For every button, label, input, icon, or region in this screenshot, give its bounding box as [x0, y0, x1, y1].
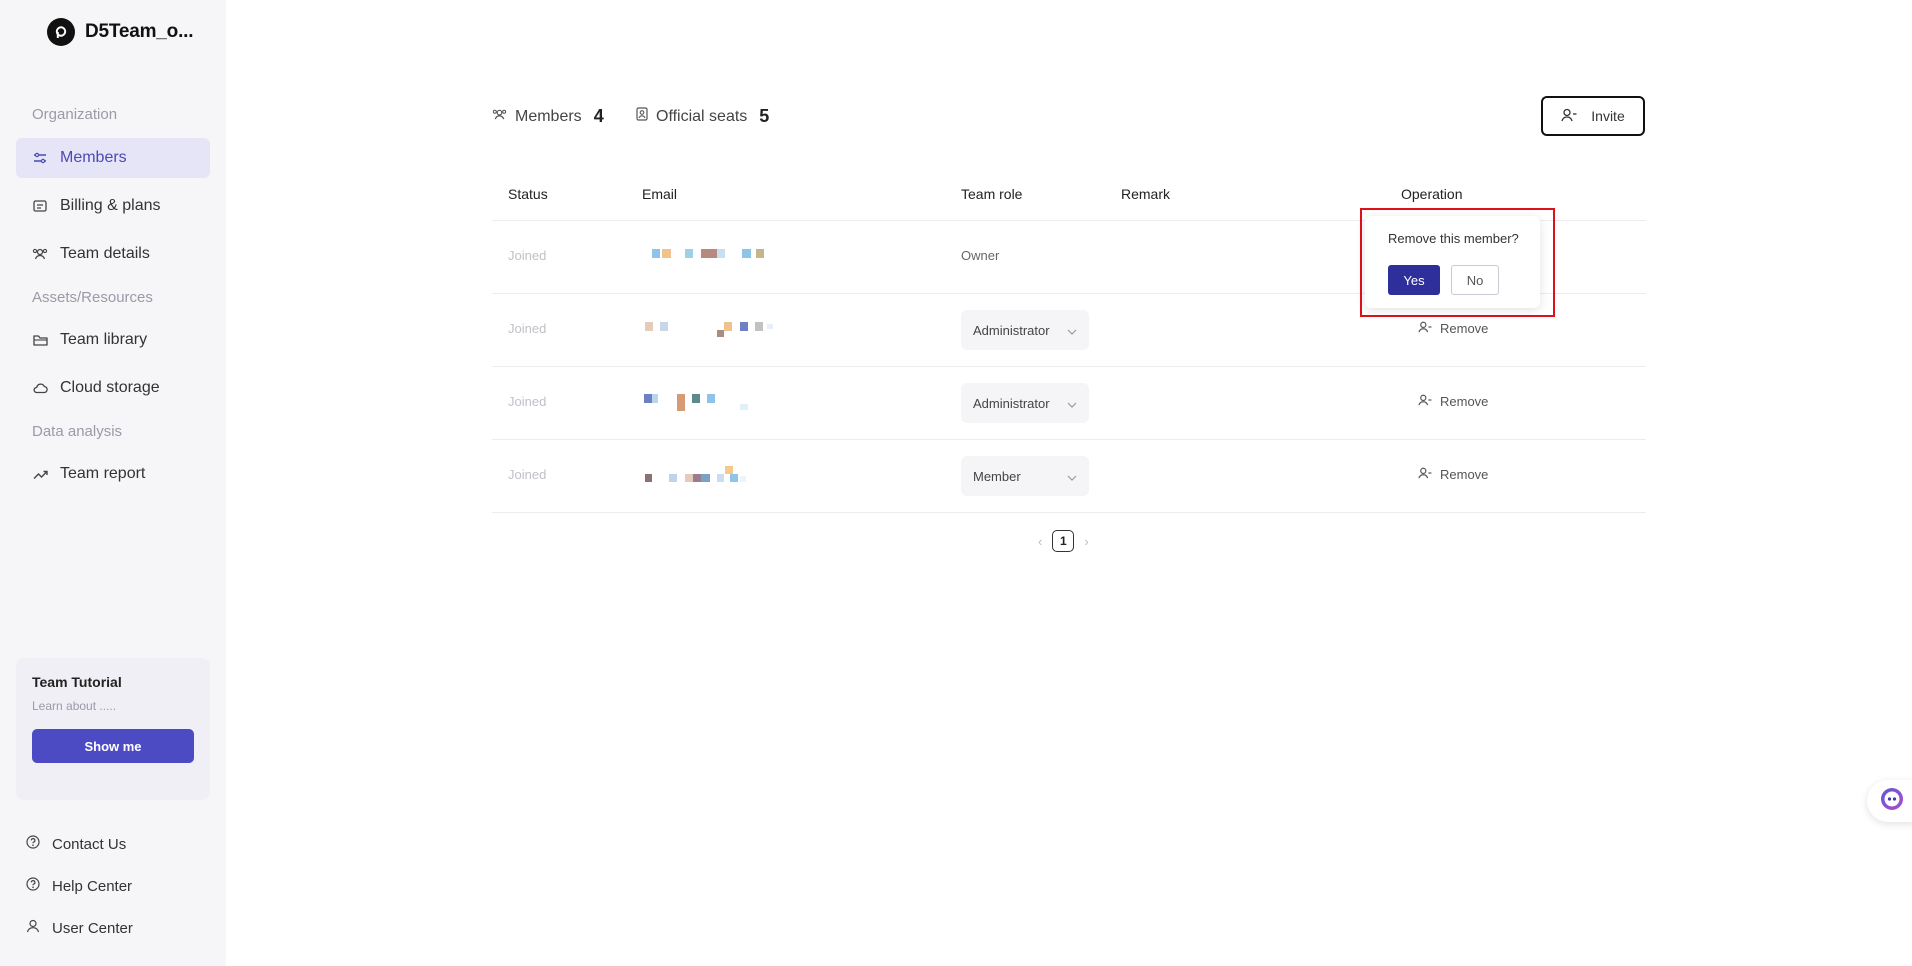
add-user-icon — [1561, 108, 1577, 125]
sidebar-item-label: Billing & plans — [60, 197, 161, 214]
assistant-icon — [1879, 786, 1905, 817]
cloud-icon — [32, 380, 48, 396]
invite-button[interactable]: Invite — [1541, 96, 1645, 136]
user-center-link[interactable]: User Center — [26, 919, 133, 937]
sliders-icon — [32, 150, 48, 166]
remove-label: Remove — [1440, 467, 1489, 482]
user-center-label: User Center — [52, 919, 133, 937]
tutorial-title: Team Tutorial — [32, 674, 122, 690]
section-assets: Assets/Resources — [32, 289, 153, 306]
chevron-down-icon — [1067, 469, 1077, 484]
remove-member-popconfirm: Remove this member? Yes No — [1365, 216, 1540, 308]
team-role-value: Administrator — [973, 395, 1050, 411]
members-stat: Members 4 — [492, 106, 604, 127]
chevron-down-icon — [1067, 323, 1077, 338]
contact-us-link[interactable]: Contact Us — [26, 835, 126, 853]
divider — [492, 439, 1646, 440]
chevron-right-icon[interactable]: › — [1084, 534, 1088, 549]
billing-icon — [32, 198, 48, 214]
sidebar-item-label: Team details — [60, 245, 150, 262]
chevron-down-icon — [1067, 396, 1077, 411]
email-redacted — [643, 465, 783, 485]
column-header-email: Email — [642, 186, 678, 202]
tutorial-subtitle: Learn about ..... — [32, 699, 117, 713]
remove-user-icon — [1418, 467, 1432, 482]
seats-stat: Official seats 5 — [636, 106, 769, 127]
question-circle-icon — [26, 835, 40, 853]
remove-label: Remove — [1440, 394, 1489, 409]
seats-count: 5 — [759, 106, 770, 126]
team-role-select[interactable]: Member — [961, 456, 1089, 496]
sidebar-item-team-report[interactable]: Team report — [16, 454, 210, 494]
sidebar-item-members[interactable]: Members — [16, 138, 210, 178]
sidebar-item-label: Team library — [60, 331, 148, 348]
sidebar-item-label: Team report — [60, 465, 146, 482]
sidebar-item-team-library[interactable]: Team library — [16, 320, 210, 360]
pagination: ‹ 1 › — [1038, 530, 1089, 552]
team-role-owner: Owner — [961, 248, 1000, 263]
sidebar-item-label: Cloud storage — [60, 379, 160, 396]
user-icon — [26, 919, 40, 937]
sidebar-item-cloud-storage[interactable]: Cloud storage — [16, 368, 210, 408]
team-name: D5Team_o... — [85, 21, 194, 42]
team-role-value: Member — [973, 468, 1021, 484]
team-role-select[interactable]: Administrator — [961, 310, 1089, 350]
column-header-operation: Operation — [1401, 186, 1463, 202]
question-circle-icon — [26, 877, 40, 895]
status-cell: Joined — [508, 321, 547, 336]
confirm-yes-button[interactable]: Yes — [1388, 265, 1440, 295]
members-count: 4 — [593, 106, 604, 126]
chevron-left-icon[interactable]: ‹ — [1038, 534, 1042, 549]
status-cell: Joined — [508, 467, 547, 482]
seat-icon — [636, 107, 648, 126]
show-me-button[interactable]: Show me — [32, 729, 194, 763]
email-redacted — [643, 392, 783, 412]
team-role-value: Administrator — [973, 322, 1050, 338]
remove-member-button[interactable]: Remove — [1418, 467, 1488, 482]
remove-user-icon — [1418, 321, 1432, 336]
section-data-analysis: Data analysis — [32, 423, 123, 440]
invite-label: Invite — [1591, 108, 1625, 124]
email-redacted — [643, 321, 783, 341]
divider — [492, 366, 1646, 367]
column-header-status: Status — [508, 186, 548, 202]
assistant-button[interactable] — [1867, 780, 1912, 822]
status-cell: Joined — [508, 394, 547, 409]
help-center-label: Help Center — [52, 877, 133, 895]
remove-member-button[interactable]: Remove — [1418, 321, 1488, 336]
column-header-team-role: Team role — [961, 186, 1023, 202]
contact-us-label: Contact Us — [52, 835, 127, 853]
seats-label: Official seats — [656, 107, 748, 125]
sidebar-item-billing[interactable]: Billing & plans — [16, 186, 210, 226]
status-cell: Joined — [508, 248, 547, 263]
page-button[interactable]: 1 — [1052, 530, 1075, 552]
remove-member-button[interactable]: Remove — [1418, 394, 1488, 409]
team-icon — [32, 246, 48, 262]
folder-icon — [32, 332, 48, 348]
confirm-no-button[interactable]: No — [1451, 265, 1499, 295]
team-role-select[interactable]: Administrator — [961, 383, 1089, 423]
trend-icon — [32, 466, 48, 482]
members-label: Members — [515, 107, 582, 125]
brand-logo — [47, 18, 75, 46]
divider — [492, 512, 1646, 513]
email-redacted — [643, 248, 783, 268]
popconfirm-message: Remove this member? — [1388, 231, 1519, 246]
remove-user-icon — [1418, 394, 1432, 409]
remove-label: Remove — [1440, 321, 1489, 336]
sidebar-item-team-details[interactable]: Team details — [16, 234, 210, 274]
sidebar: D5Team_o... Organization Members Billing… — [0, 0, 226, 966]
sidebar-item-label: Members — [60, 149, 127, 166]
help-center-link[interactable]: Help Center — [26, 877, 132, 895]
tutorial-card: Team Tutorial Learn about ..... Show me — [16, 658, 210, 800]
section-organization: Organization — [32, 106, 118, 123]
team-switcher[interactable]: D5Team_o... — [47, 18, 194, 46]
column-header-remark: Remark — [1121, 186, 1171, 202]
team-icon — [492, 108, 507, 126]
